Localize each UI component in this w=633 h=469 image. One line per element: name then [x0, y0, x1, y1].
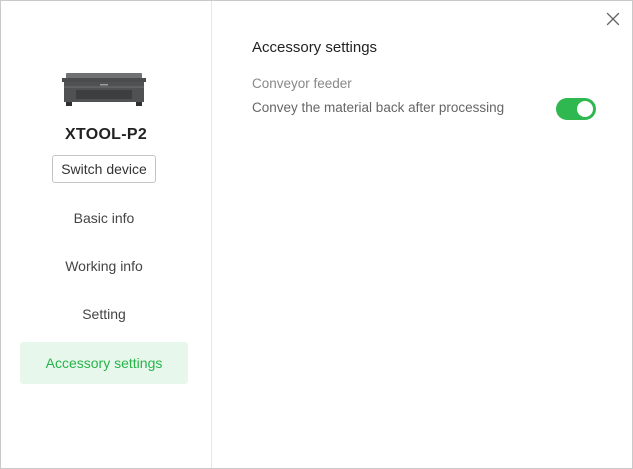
convey-back-option-label: Convey the material back after processin… [252, 100, 505, 115]
sidebar-item-basic-info[interactable]: Basic info [20, 197, 188, 239]
sidebar: XTOOL-P2 Switch device Basic info Workin… [1, 1, 212, 468]
sidebar-item-working-info[interactable]: Working info [20, 245, 188, 287]
accessory-settings-dialog: XTOOL-P2 Switch device Basic info Workin… [0, 0, 633, 469]
sidebar-item-setting[interactable]: Setting [20, 293, 188, 335]
section-label-conveyor-feeder: Conveyor feeder [252, 76, 352, 91]
switch-device-button[interactable]: Switch device [52, 155, 156, 183]
device-name: XTOOL-P2 [64, 126, 148, 143]
device-image [62, 73, 146, 106]
toggle-knob [577, 101, 593, 117]
close-icon[interactable] [604, 10, 622, 28]
sidebar-item-accessory-settings[interactable]: Accessory settings [20, 342, 188, 384]
convey-back-toggle[interactable] [556, 98, 596, 120]
page-title: Accessory settings [252, 39, 378, 56]
